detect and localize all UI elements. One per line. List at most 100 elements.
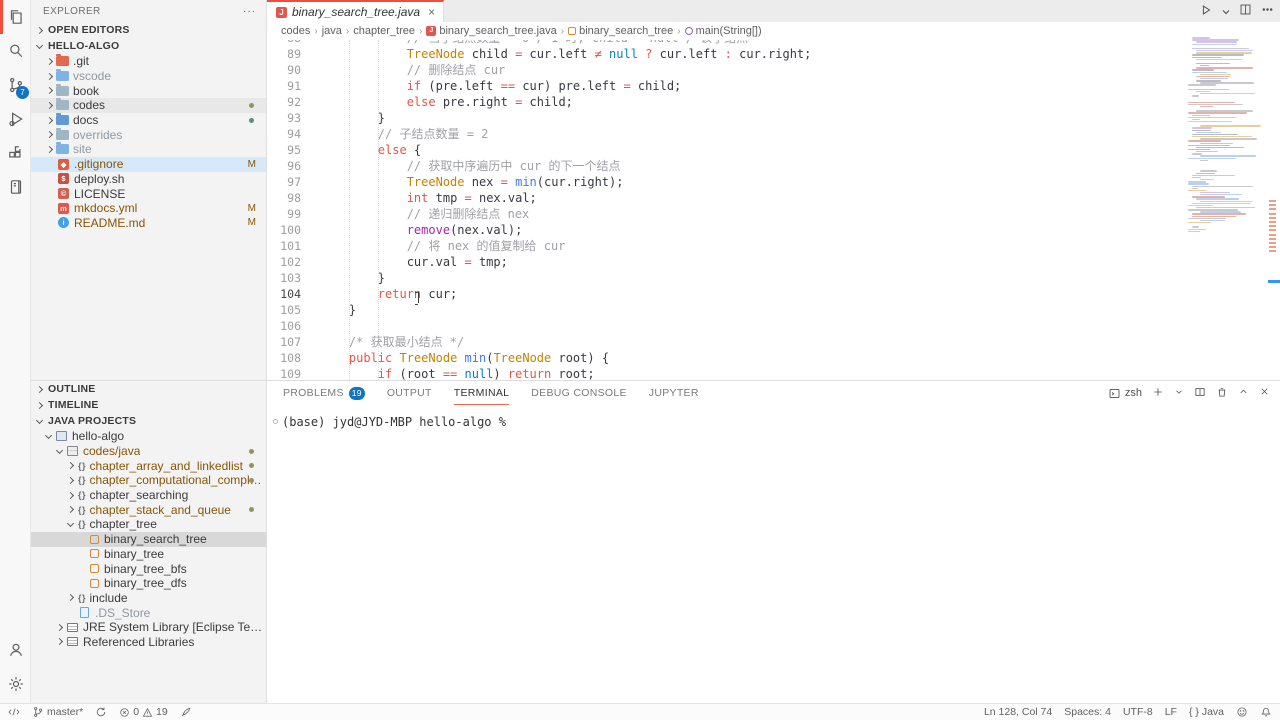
file-tree-item-docs[interactable]: docs (31, 113, 266, 128)
java-project-item-chapter-computational-complexity[interactable]: { }chapter_computational_complexity (31, 473, 266, 488)
status-feedback-icon[interactable] (1236, 706, 1248, 718)
java-project-item-chapter-array-and-linkedlist[interactable]: { }chapter_array_and_linkedlist (31, 458, 266, 473)
more-actions-button[interactable] (1261, 3, 1274, 19)
java-project-item-binary-tree-bfs[interactable]: binary_tree_bfs (31, 561, 266, 576)
file-tree-item-vscode[interactable]: vscode (31, 69, 266, 84)
tab-binary-search-tree[interactable]: J binary_search_tree.java × (267, 0, 444, 22)
status-lf[interactable]: LF (1165, 706, 1177, 718)
file-tree-item-codes[interactable]: codes (31, 98, 266, 113)
file-tree-item-site[interactable]: site (31, 142, 266, 157)
activity-settings-gear-icon[interactable] (0, 667, 31, 701)
chevron-right-icon (46, 58, 53, 65)
terminal[interactable]: (base) jyd@JYD-MBP hello-algo % (267, 405, 1280, 429)
file-type-icon: $ (58, 173, 69, 184)
status-spaces-4[interactable]: Spaces: 4 (1064, 706, 1111, 718)
panel-tab-debug-console[interactable]: DEBUG CONSOLE (531, 381, 627, 405)
split-editor-button[interactable] (1239, 3, 1252, 19)
activity-run-debug-icon[interactable] (0, 102, 31, 136)
panel-tab-problems[interactable]: PROBLEMS19 (283, 381, 365, 405)
terminal-profile-select[interactable]: zsh (1108, 387, 1142, 400)
breadcrumb-item[interactable]: chapter_tree (353, 25, 415, 37)
java-project-item-hello-algo[interactable]: hello-algo (31, 429, 266, 444)
breadcrumb-item[interactable]: codes (281, 25, 310, 37)
panel-tab-jupyter[interactable]: JUPYTER (649, 381, 699, 405)
breadcrumb-item[interactable]: Jbinary_search_tree.java (426, 25, 556, 37)
status-bell-icon[interactable] (1260, 706, 1272, 718)
sidebar-more-button[interactable]: ··· (243, 6, 256, 17)
library-icon (67, 623, 78, 632)
breadcrumb-item[interactable]: java (322, 25, 342, 37)
activity-search-icon[interactable] (0, 34, 31, 68)
breadcrumb-item[interactable]: main(String[]) (685, 25, 762, 37)
explorer-sidebar: EXPLORER ··· OPEN EDITORS HELLO-ALGO .gi… (31, 0, 267, 703)
code-line-107: 107 /* 获取最小结点 */ (267, 334, 464, 350)
run-dropdown-chevron-icon[interactable] (1222, 4, 1230, 19)
activity-files-icon[interactable] (0, 0, 31, 34)
item-label: Referenced Libraries (83, 635, 194, 649)
java-file-icon: J (276, 7, 287, 18)
close-panel-button[interactable] (1259, 386, 1270, 400)
java-project-item--ds-store[interactable]: .DS_Store (31, 605, 266, 620)
java-project-item-chapter-searching[interactable]: { }chapter_searching (31, 488, 266, 503)
panel-tab-terminal[interactable]: TERMINAL (454, 381, 510, 405)
activity-extensions-icon[interactable] (0, 136, 31, 170)
status-rocket-icon[interactable] (180, 706, 192, 718)
maximize-panel-button[interactable] (1238, 386, 1249, 400)
section-timeline[interactable]: TIMELINE (31, 397, 266, 413)
java-project-item-binary-tree[interactable]: binary_tree (31, 547, 266, 562)
file-name: site (73, 142, 92, 156)
terminal-dropdown-chevron-icon[interactable] (1174, 387, 1184, 400)
code-line-105: 105 } (267, 302, 356, 318)
activity-bar: 7 (0, 0, 31, 703)
file-tree-item-deploy-sh[interactable]: $ deploy.sh (31, 172, 266, 187)
run-button[interactable] (1199, 3, 1213, 20)
file-tree-item-license[interactable]: ©LICENSE (31, 186, 266, 201)
activity-account-icon[interactable] (0, 633, 31, 667)
status-errors-warnings-icon[interactable]: 019 (119, 706, 168, 718)
java-project-item-binary-tree-dfs[interactable]: binary_tree_dfs (31, 576, 266, 591)
open-editors-section[interactable]: OPEN EDITORS (31, 22, 266, 38)
code-editor[interactable]: 88 // 当子结点数量 = 0 / 1 时, child = null / 该… (267, 40, 1187, 380)
status--java[interactable]: { } Java (1189, 706, 1224, 718)
panel-tab-output[interactable]: OUTPUT (387, 381, 432, 405)
symbol-method-icon (685, 27, 693, 35)
problem-marker (1269, 225, 1276, 227)
java-project-item-include[interactable]: { }include (31, 591, 266, 606)
chevron-down-icon (56, 446, 63, 453)
project-icon (56, 431, 67, 441)
file-tree-item-mkdocs-yml[interactable]: mmkdocs.ymlM (31, 201, 266, 216)
section-java-projects[interactable]: JAVA PROJECTS (31, 413, 266, 429)
breadcrumb-item[interactable]: binary_search_tree (568, 25, 673, 37)
java-project-item-codes-java[interactable]: codes/java (31, 444, 266, 459)
status-git-branch-icon[interactable]: master* (32, 706, 83, 718)
breadcrumb-separator: › (677, 26, 680, 37)
file-tree-item-overrides[interactable]: overrides (31, 127, 266, 142)
activity-notebook-icon[interactable] (0, 170, 31, 204)
status-remote-icon[interactable] (8, 706, 20, 718)
java-project-item-jre-system-library-eclipse-temurin-17-17-[interactable]: JRE System Library [Eclipse Temurin 17 [… (31, 620, 266, 635)
section-outline[interactable]: OUTLINE (31, 381, 266, 397)
file-name: deploy.sh (74, 172, 124, 186)
status-sync-icon[interactable] (95, 706, 107, 718)
git-modified-dot (249, 463, 254, 468)
chevron-down-icon (45, 432, 52, 439)
overview-ruler[interactable] (1268, 22, 1280, 380)
kill-terminal-button[interactable] (1216, 386, 1228, 401)
close-icon[interactable]: × (428, 5, 435, 19)
status-ln-128-col-74[interactable]: Ln 128, Col 74 (984, 706, 1052, 718)
java-project-item-referenced-libraries[interactable]: Referenced Libraries (31, 635, 266, 650)
file-tree-item-readme-md[interactable]: iREADME.mdM (31, 216, 266, 231)
activity-source-control-icon[interactable]: 7 (0, 68, 31, 102)
java-project-item-binary-search-tree[interactable]: binary_search_tree (31, 532, 266, 547)
breadcrumb-label: codes (281, 25, 310, 37)
file-tree-item--gitignore[interactable]: ◆.gitignoreM (31, 157, 266, 172)
split-terminal-button[interactable] (1194, 386, 1206, 401)
status-utf-8[interactable]: UTF-8 (1123, 706, 1153, 718)
workspace-root[interactable]: HELLO-ALGO (31, 38, 266, 54)
new-terminal-button[interactable] (1152, 386, 1164, 401)
java-project-item-chapter-stack-and-queue[interactable]: { }chapter_stack_and_queue (31, 502, 266, 517)
java-project-item-chapter-tree[interactable]: { }chapter_tree (31, 517, 266, 532)
file-tree-item-book[interactable]: book (31, 83, 266, 98)
minimap[interactable] (1188, 35, 1268, 375)
file-tree-item--git[interactable]: .git (31, 54, 266, 69)
